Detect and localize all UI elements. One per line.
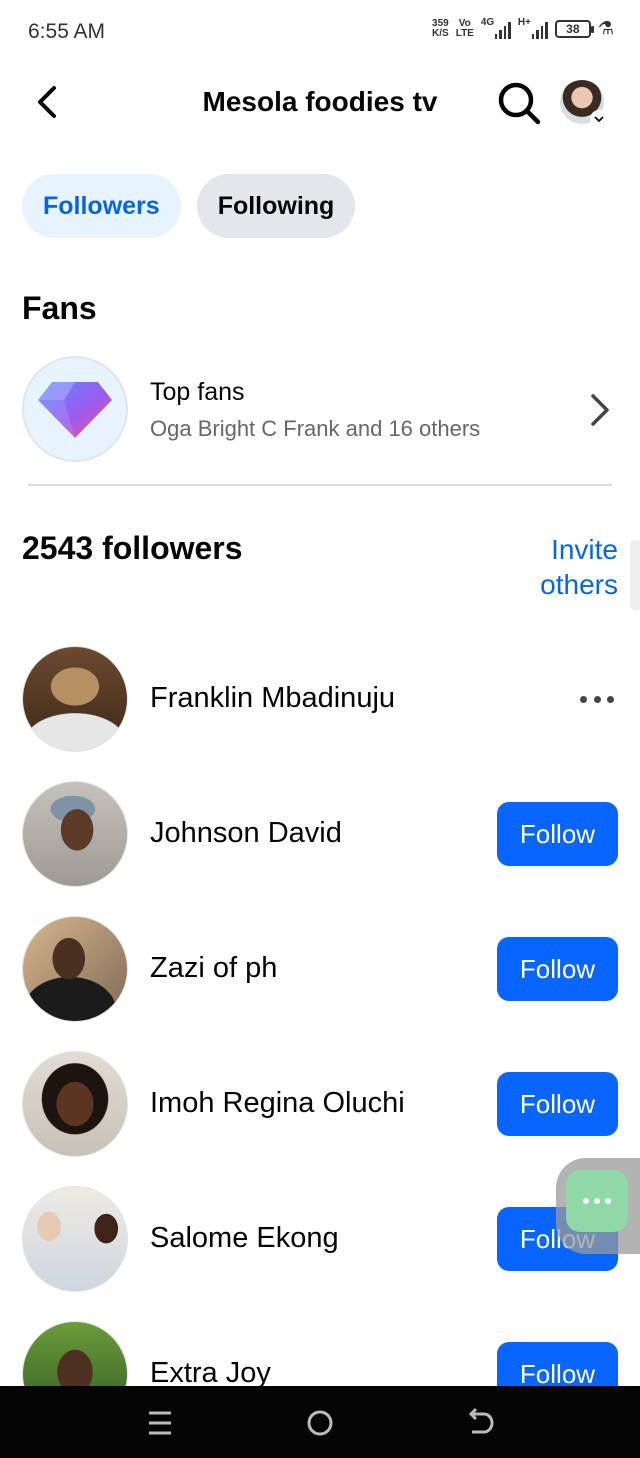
avatar[interactable] [22,916,128,1022]
list-item[interactable]: Imoh Regina Oluchi Follow [22,1051,618,1186]
back-nav-button[interactable] [460,1406,500,1440]
list-item[interactable]: Salome Ekong Follow [22,1186,618,1321]
tab-following[interactable]: Following [196,174,356,238]
tab-followers[interactable]: Followers [22,174,181,238]
list-item[interactable]: Franklin Mbadinuju [22,646,618,781]
fans-section-title: Fans [22,290,97,326]
top-fans-row[interactable]: Top fans Oga Bright C Frank and 16 other… [22,356,618,462]
volte-indicator: Vo LTE [455,17,474,39]
flask-icon: ⚗ [597,18,614,38]
list-item[interactable]: Johnson David Follow [22,781,618,916]
avatar[interactable] [22,646,128,752]
follow-button[interactable]: Follow [497,802,618,866]
chevron-down-icon [590,110,608,128]
list-item[interactable]: Zazi of ph Follow [22,916,618,1051]
menu-icon [149,1411,171,1435]
home-circle-icon [307,1410,333,1436]
avatar[interactable] [22,1186,128,1292]
followers-list: Franklin Mbadinuju Johnson David Follow … [22,646,618,1456]
avatar[interactable] [22,781,128,887]
status-icons: 359 K/S Vo LTE 4G H+ 38 ⚗ [432,17,614,39]
profile-avatar-button[interactable] [560,80,608,128]
home-button[interactable] [300,1406,340,1440]
header: Mesola foodies tv [0,70,640,136]
system-nav-bar [0,1386,640,1458]
status-bar: 6:55 AM 359 K/S Vo LTE 4G H+ 38 ⚗ [0,0,640,64]
page-title: Mesola foodies tv [202,86,438,117]
follower-name[interactable]: Zazi of ph [150,952,277,985]
divider [28,484,612,486]
follow-button[interactable]: Follow [497,937,618,1001]
back-nav-icon [468,1407,494,1434]
chat-bubble-icon[interactable] [566,1170,628,1232]
search-icon [498,82,541,125]
chevron-right-icon [584,390,614,430]
avatar[interactable] [22,1051,128,1157]
network-speed: 359 K/S [432,17,449,39]
status-time: 6:55 AM [28,20,106,43]
top-fans-title: Top fans [150,378,245,406]
signal-icon: 4G [481,17,511,39]
invite-others-link[interactable]: Invite others [540,532,618,602]
edge-panel-handle[interactable] [630,540,640,610]
follower-name[interactable]: Imoh Regina Oluchi [150,1087,405,1120]
top-fans-subtitle: Oga Bright C Frank and 16 others [150,416,481,441]
battery-icon: 38 [554,19,594,38]
tab-bar: Followers Following [22,174,356,238]
diamond-icon [22,356,128,462]
follow-button[interactable]: Follow [497,1072,618,1136]
followers-count: 2543 followers [22,530,243,566]
more-options-button[interactable] [580,684,614,714]
follower-name[interactable]: Franklin Mbadinuju [150,682,395,715]
search-button[interactable] [496,80,542,126]
recent-apps-button[interactable] [140,1406,180,1440]
follower-name[interactable]: Salome Ekong [150,1222,339,1255]
signal-icon: H+ [518,17,548,39]
follower-name[interactable]: Johnson David [150,817,342,850]
